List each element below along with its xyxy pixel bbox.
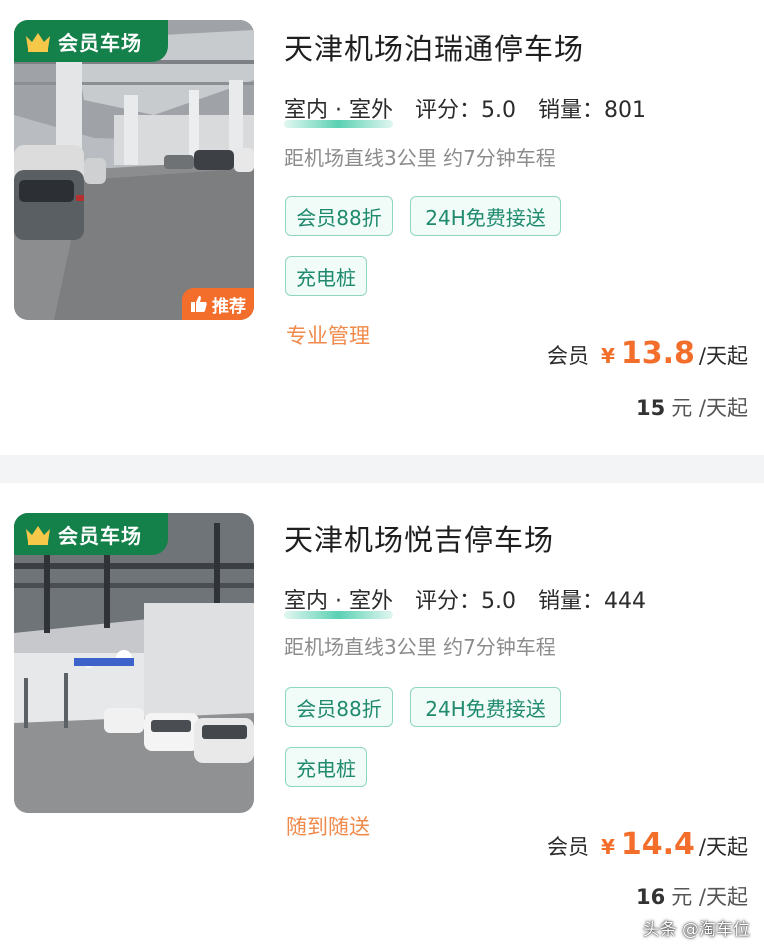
tag-member-discount: 会员88折 <box>285 687 393 727</box>
garage-photo-image <box>14 20 254 320</box>
parking-photo[interactable]: 会员车场 <box>14 513 254 813</box>
tag-free-shuttle: 24H免费接送 <box>410 687 561 727</box>
tag-charging-pile: 充电桩 <box>285 747 367 787</box>
currency-symbol: ¥ <box>600 344 615 368</box>
distance-info: 距机场直线3公里 约7分钟车程 <box>284 635 556 659</box>
member-price-label: 会员 <box>546 344 589 368</box>
sales-label: 销量： <box>538 589 605 614</box>
tag-member-discount: 会员88折 <box>285 196 393 236</box>
rating-value: 5.0 <box>481 98 516 123</box>
price-unit: /天起 <box>698 344 748 368</box>
tag-charging-pile: 充电桩 <box>285 256 367 296</box>
tag-free-shuttle: 24H免费接送 <box>410 196 561 236</box>
garage-photo-image <box>14 513 254 813</box>
rating-value: 5.0 <box>481 589 516 614</box>
original-price-unit: 元 /天起 <box>671 396 748 420</box>
lot-info-row: 室内 · 室外 评分： 5.0 销量： 801 <box>284 92 647 128</box>
member-price-label: 会员 <box>546 835 589 859</box>
original-price: 15 元 /天起 <box>636 392 748 422</box>
rating-label: 评分： <box>414 589 481 614</box>
parking-listing-card[interactable]: 会员车场 推荐 天津机场泊瑞通停车场 室内 · 室外 评分： 5.0 销量： 8… <box>0 0 764 455</box>
recommend-badge-label: 推荐 <box>212 296 246 317</box>
member-lot-badge-label: 会员车场 <box>58 30 142 55</box>
distance-info: 距机场直线3公里 约7分钟车程 <box>284 146 556 170</box>
price-amount: 14.4 <box>620 827 695 862</box>
service-note: 随到随送 <box>286 815 370 839</box>
price-amount: 13.8 <box>620 336 695 371</box>
lot-type: 室内 · 室外 <box>284 583 393 619</box>
crown-icon <box>26 33 50 52</box>
thumbs-up-icon <box>191 296 207 312</box>
crown-icon <box>26 526 50 545</box>
lot-info-row: 室内 · 室外 评分： 5.0 销量： 444 <box>284 583 647 619</box>
recommend-badge: 推荐 <box>182 288 254 320</box>
member-price: 会员 ¥ 14.4 /天起 <box>547 827 748 862</box>
original-price-amount: 15 <box>636 396 666 420</box>
parking-photo[interactable]: 会员车场 推荐 <box>14 20 254 320</box>
original-price-amount: 16 <box>636 885 666 909</box>
lot-title[interactable]: 天津机场泊瑞通停车场 <box>284 26 584 68</box>
member-lot-badge: 会员车场 <box>14 20 168 62</box>
member-lot-badge-label: 会员车场 <box>58 523 142 548</box>
lot-title[interactable]: 天津机场悦吉停车场 <box>284 517 554 559</box>
original-price: 16 元 /天起 <box>636 881 748 911</box>
price-unit: /天起 <box>698 835 748 859</box>
sales-value: 801 <box>604 98 647 123</box>
member-lot-badge: 会员车场 <box>14 513 168 555</box>
parking-listing-card[interactable]: 会员车场 天津机场悦吉停车场 室内 · 室外 评分： 5.0 销量： 444 距… <box>0 483 764 950</box>
member-price: 会员 ¥ 13.8 /天起 <box>547 336 748 371</box>
lot-type: 室内 · 室外 <box>284 92 393 128</box>
watermark: 头条 @淘车位 <box>642 920 750 940</box>
original-price-unit: 元 /天起 <box>671 885 748 909</box>
service-note: 专业管理 <box>286 324 370 348</box>
currency-symbol: ¥ <box>600 835 615 859</box>
sales-label: 销量： <box>538 98 605 123</box>
sales-value: 444 <box>604 589 647 614</box>
rating-label: 评分： <box>414 98 481 123</box>
